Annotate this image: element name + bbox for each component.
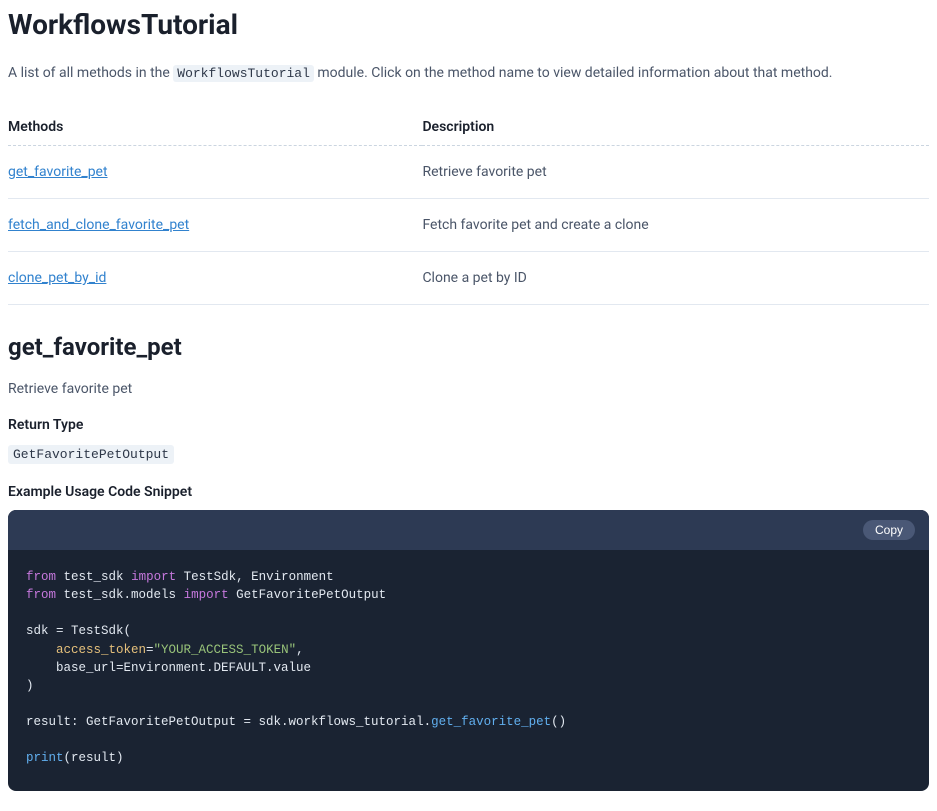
code-token: from [26,570,56,584]
intro-code: WorkflowsTutorial [173,65,314,82]
table-row: clone_pet_by_id Clone a pet by ID [8,252,929,305]
method-detail-desc: Retrieve favorite pet [8,381,929,397]
code-token: access_token [56,643,146,657]
method-desc: Fetch favorite pet and create a clone [422,199,929,252]
intro-after: module. Click on the method name to view… [314,65,833,81]
intro-text: A list of all methods in the WorkflowsTu… [8,65,929,81]
code-token: base_url=Environment.DEFAULT.value [56,661,311,675]
code-token: result: GetFavoritePetOutput = sdk.workf… [26,715,431,729]
example-label: Example Usage Code Snippet [8,484,929,500]
method-desc: Clone a pet by ID [422,252,929,305]
method-link[interactable]: fetch_and_clone_favorite_pet [8,217,189,233]
method-link[interactable]: clone_pet_by_id [8,270,106,286]
code-token: GetFavoritePetOutput [236,588,386,602]
code-token: () [551,715,566,729]
code-token: import [131,570,176,584]
code-token: get_favorite_pet [431,715,551,729]
page-title: WorkflowsTutorial [8,8,929,41]
code-block: Copy from test_sdk import TestSdk, Envir… [8,510,929,791]
method-link[interactable]: get_favorite_pet [8,164,108,180]
methods-table: Methods Description get_favorite_pet Ret… [8,109,929,305]
table-row: get_favorite_pet Retrieve favorite pet [8,146,929,199]
code-body: from test_sdk import TestSdk, Environmen… [8,550,929,791]
code-token: "YOUR_ACCESS_TOKEN" [154,643,297,657]
method-detail-title: get_favorite_pet [8,333,929,361]
code-token: test_sdk.models [64,588,177,602]
intro-before: A list of all methods in the [8,65,173,81]
return-type-value: GetFavoritePetOutput [8,445,174,464]
code-token: import [184,588,229,602]
table-row: fetch_and_clone_favorite_pet Fetch favor… [8,199,929,252]
code-token: from [26,588,56,602]
col-methods: Methods [8,109,422,146]
code-token: ) [26,679,34,693]
copy-button[interactable]: Copy [863,520,915,540]
code-token: (result) [64,751,124,765]
code-token: print [26,751,64,765]
code-token: = [146,643,154,657]
method-desc: Retrieve favorite pet [422,146,929,199]
code-token: test_sdk [64,570,124,584]
code-token: sdk = TestSdk( [26,624,131,638]
code-token: , [296,643,304,657]
code-token: TestSdk, Environment [184,570,334,584]
return-type-label: Return Type [8,417,929,433]
code-header: Copy [8,510,929,550]
col-description: Description [422,109,929,146]
